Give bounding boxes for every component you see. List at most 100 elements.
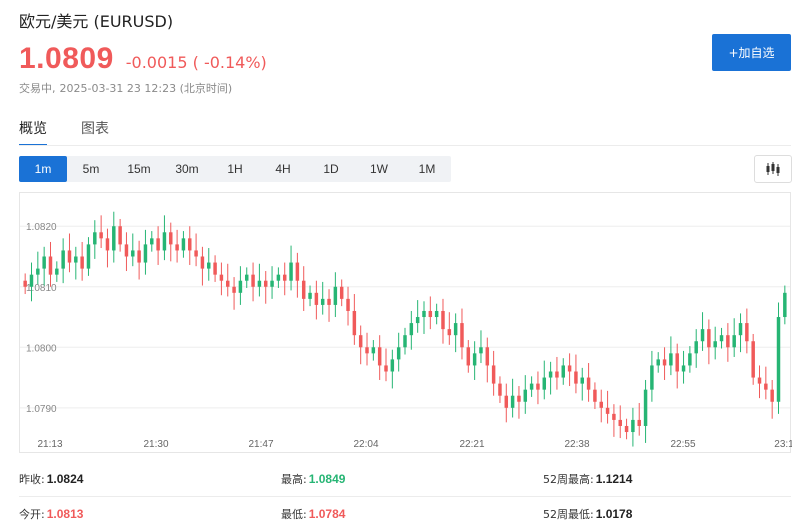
stat-open: 今开: 1.0813	[19, 507, 84, 521]
interval-1h[interactable]: 1H	[211, 156, 259, 182]
candle-body	[327, 298, 331, 305]
candle-body	[567, 365, 572, 372]
stat-prev-close: 昨收: 1.0824	[19, 472, 84, 486]
candle-body	[61, 250, 65, 269]
interval-1m[interactable]: 1m	[19, 156, 67, 182]
candle-body	[472, 353, 477, 366]
candle-body	[428, 310, 433, 318]
candle-body	[365, 347, 369, 354]
candle-body	[675, 353, 679, 372]
tab-bar: 概览 图表	[19, 118, 109, 146]
interval-15m[interactable]: 15m	[115, 156, 163, 182]
trading-status: 交易中, 2025-03-31 23 12:23 (北京时间)	[19, 80, 232, 96]
candle-body	[42, 256, 46, 269]
candle-body	[156, 238, 160, 251]
tab-chart[interactable]: 图表	[81, 118, 109, 146]
candle-body	[282, 274, 287, 281]
tab-overview[interactable]: 概览	[19, 118, 47, 146]
candle-body	[169, 232, 173, 245]
candle-body	[643, 389, 648, 426]
status-timestamp: 2025-03-31 23 12:23 (北京时间)	[59, 82, 233, 95]
interval-1mo[interactable]: 1M	[403, 156, 451, 182]
candle-body	[523, 389, 528, 402]
candle-body	[776, 317, 781, 402]
candle-body	[485, 347, 490, 366]
x-tick-label: 23:1	[774, 439, 792, 450]
candle-body	[732, 335, 736, 348]
candle-body	[207, 262, 211, 269]
candle-body	[219, 274, 224, 281]
interval-5m[interactable]: 5m	[67, 156, 115, 182]
candle-body	[656, 359, 660, 366]
candle-body	[713, 341, 717, 348]
stat-value: 1.0178	[595, 507, 633, 521]
candle-body	[289, 262, 293, 281]
candle-body	[86, 244, 91, 269]
stats-table: 昨收: 1.0824 最高: 1.0849 52周最高: 1.1214 今开: 1.08…	[19, 462, 791, 531]
candle-body	[498, 383, 502, 396]
x-tick-label: 21:30	[143, 439, 168, 450]
x-tick-label: 22:55	[670, 439, 695, 450]
candle-body	[105, 238, 110, 251]
x-tick-label: 21:47	[248, 439, 273, 450]
candle-body	[377, 347, 382, 366]
candle-body	[574, 371, 578, 384]
candle-body	[403, 335, 407, 348]
price-chart[interactable]: 1.0820 1.0810 1.0800 1.0790 21:13 21:30 21:47 2…	[19, 192, 792, 453]
candle-body	[612, 413, 616, 420]
candle-body	[700, 329, 705, 342]
candle-body	[200, 256, 205, 269]
candle-body	[694, 341, 698, 354]
candle-body	[74, 256, 78, 263]
candle-body	[707, 329, 711, 348]
stats-row: 昨收: 1.0824 最高: 1.0849 52周最高: 1.1214	[19, 462, 791, 497]
stat-value: 1.1214	[595, 472, 633, 486]
candle-body	[137, 250, 141, 263]
candle-body	[188, 238, 192, 251]
y-tick-label: 1.0800	[26, 343, 57, 354]
candle-body	[491, 365, 496, 384]
candle-body	[542, 377, 547, 390]
tab-divider	[19, 145, 791, 146]
chart-type-button[interactable]	[754, 155, 792, 183]
candle-body	[384, 365, 388, 372]
y-tick-label: 1.0820	[26, 222, 57, 233]
stat-value: 1.0824	[46, 472, 84, 486]
interval-1d[interactable]: 1D	[307, 156, 355, 182]
stats-row: 今开: 1.0813 最低: 1.0784 52周最低: 1.0178	[19, 497, 791, 531]
candle-body	[308, 292, 312, 299]
candle-body	[586, 377, 591, 390]
add-to-watchlist-button[interactable]: +加自选	[712, 34, 791, 71]
candle-body	[688, 353, 692, 366]
candle-body	[517, 395, 521, 402]
candle-body	[561, 365, 566, 378]
candle-body	[333, 286, 338, 305]
candle-body	[295, 262, 300, 281]
stat-value: 1.0784	[308, 507, 346, 521]
price-row: 1.0809 -0.0015 ( -0.14%)	[19, 42, 267, 76]
candle-body	[244, 274, 249, 281]
candle-body	[390, 359, 395, 372]
candle-body	[358, 335, 363, 348]
candle-body	[580, 377, 584, 384]
candle-body	[726, 335, 730, 348]
candle-body	[93, 232, 97, 245]
candle-body	[637, 419, 641, 426]
interval-4h[interactable]: 4H	[259, 156, 307, 182]
candle-body	[510, 395, 515, 408]
interval-30m[interactable]: 30m	[163, 156, 211, 182]
candle-body	[213, 262, 217, 275]
candle-body	[650, 365, 654, 390]
candle-body	[29, 274, 34, 287]
candle-body	[441, 310, 445, 330]
candlestick-icon	[766, 162, 780, 176]
candle-body	[112, 226, 116, 251]
candle-body	[314, 292, 319, 305]
interval-1w[interactable]: 1W	[355, 156, 403, 182]
candle-body	[681, 365, 686, 372]
candle-body	[23, 280, 27, 287]
candle-body	[67, 250, 72, 263]
candle-body	[238, 280, 243, 293]
candle-body	[719, 335, 724, 342]
candle-body	[624, 425, 629, 433]
